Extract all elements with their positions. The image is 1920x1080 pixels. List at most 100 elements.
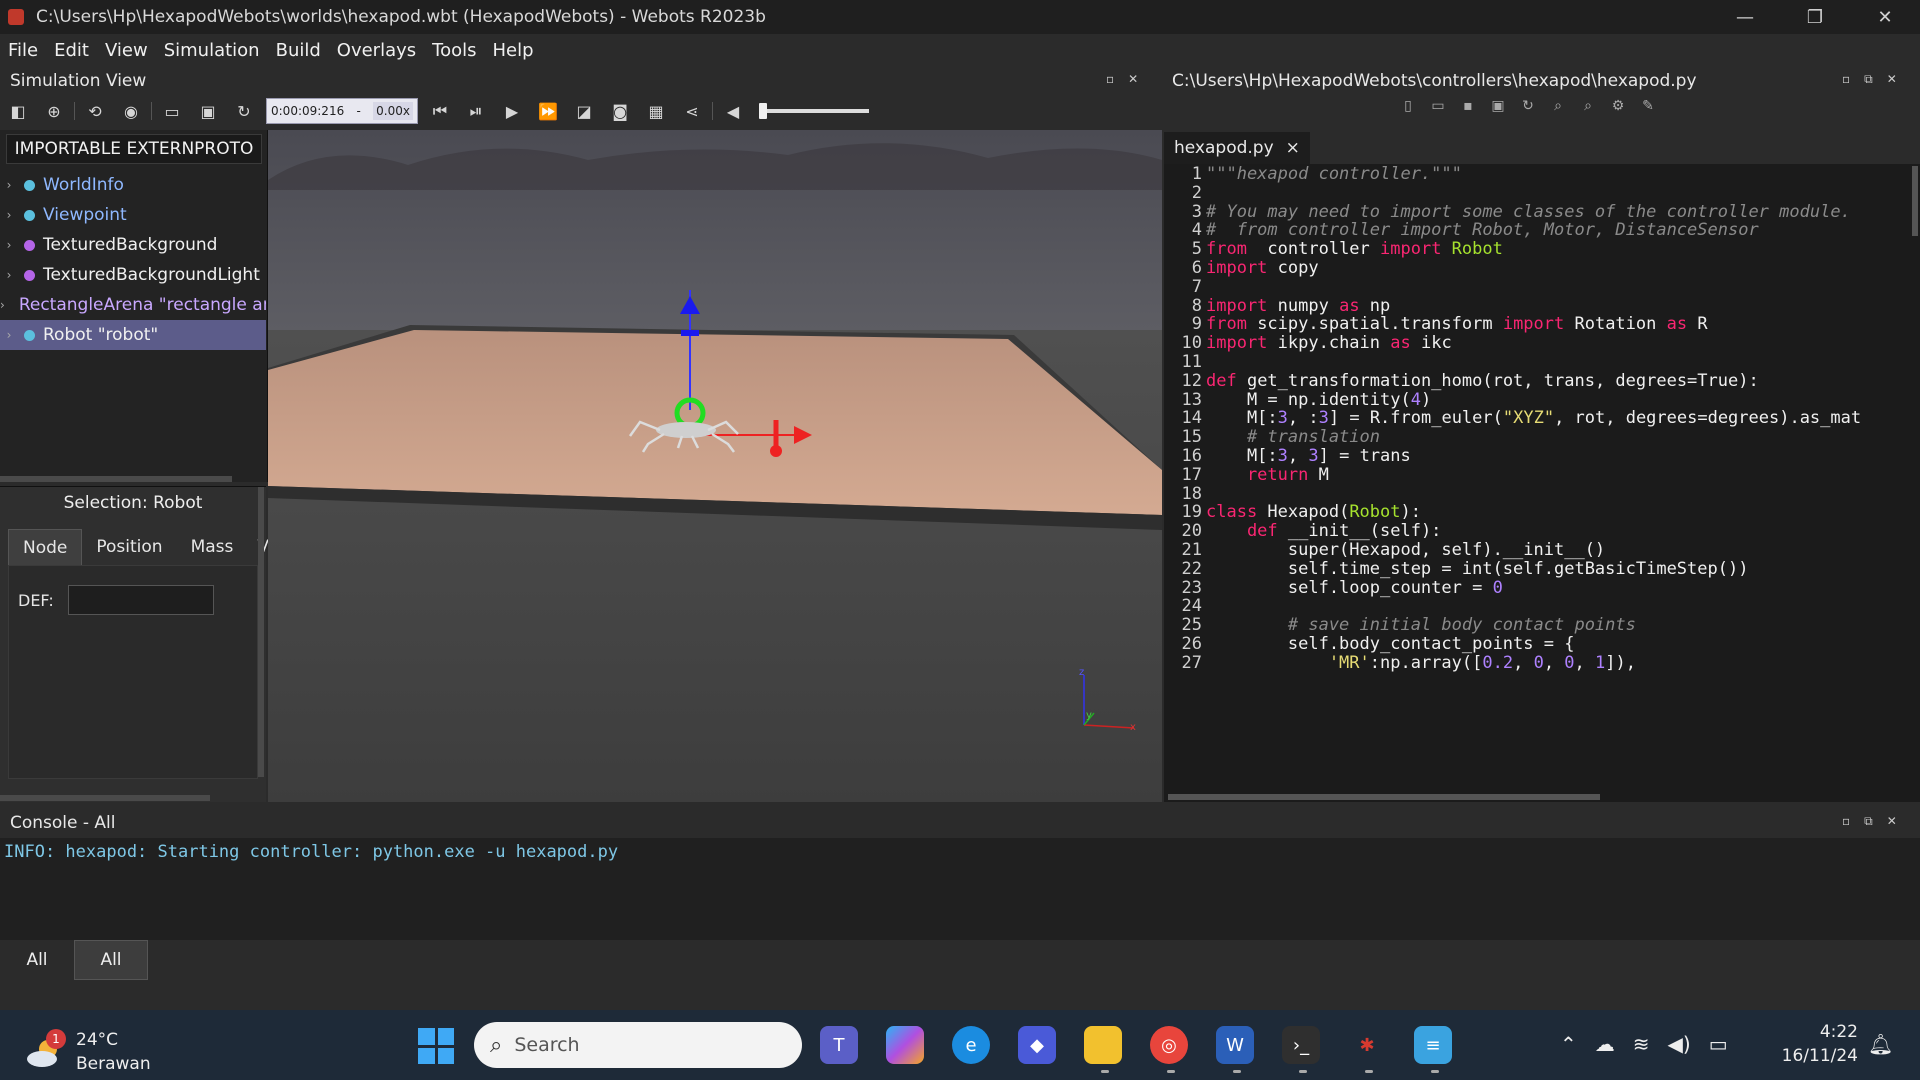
screenshot-camera-icon[interactable]: ◙ xyxy=(602,96,638,126)
code-horizontal-scrollbar[interactable] xyxy=(1168,794,1600,800)
menu-view[interactable]: View xyxy=(97,40,156,61)
weather-widget[interactable]: 1 24°C Berawan xyxy=(26,1028,151,1076)
scene-tree-item[interactable]: › Robot "robot" xyxy=(0,320,266,350)
save-file-icon[interactable]: ▪ xyxy=(1460,98,1476,114)
share-icon[interactable]: ⋖ xyxy=(674,96,710,126)
menu-overlays[interactable]: Overlays xyxy=(329,40,424,61)
notification-bell-icon[interactable]: 🔔︎ xyxy=(1868,1032,1893,1056)
close-window-button[interactable]: ✕ xyxy=(1850,0,1920,34)
scene-tree-item[interactable]: › RectangleArena "rectangle ar xyxy=(0,290,266,320)
console-tab-all-active[interactable]: All xyxy=(74,940,148,980)
replace-icon[interactable]: ⌕ xyxy=(1580,98,1596,114)
scene-tree-item[interactable]: › TexturedBackground xyxy=(0,230,266,260)
menu-file[interactable]: File xyxy=(0,40,46,61)
z-axis-drag-handle[interactable] xyxy=(681,330,699,336)
float-pane-button[interactable]: ▫ xyxy=(1106,72,1114,86)
toggle-scene-tree-icon[interactable]: ◧ xyxy=(0,96,36,126)
editor-file-tab[interactable]: hexapod.py × xyxy=(1164,132,1310,164)
close-tab-icon[interactable]: × xyxy=(1286,138,1300,158)
dock-pane-button[interactable]: ⧉ xyxy=(1864,72,1873,87)
clock[interactable]: 4:22 16/11/24 xyxy=(1768,1020,1858,1068)
menu-simulation[interactable]: Simulation xyxy=(156,40,268,61)
menu-build[interactable]: Build xyxy=(268,40,329,61)
reset-simulation-icon[interactable]: ↻ xyxy=(226,96,262,126)
code-text: return M xyxy=(1204,465,1329,488)
menu-tools[interactable]: Tools xyxy=(424,40,484,61)
volume-slider-knob[interactable] xyxy=(759,103,767,119)
expand-chevron-icon[interactable]: › xyxy=(0,178,18,192)
float-pane-button[interactable]: ▫ xyxy=(1842,814,1850,829)
terminal-icon[interactable]: ›_ xyxy=(1282,1026,1320,1064)
chevron-up-icon[interactable]: ⌃ xyxy=(1560,1032,1577,1056)
expand-chevron-icon[interactable]: › xyxy=(0,238,18,252)
volume-slider[interactable] xyxy=(759,103,869,119)
scene-tree-item[interactable]: › TexturedBackgroundLight xyxy=(0,260,266,290)
find-icon[interactable]: ⌕ xyxy=(1550,98,1566,114)
scene-tree-item[interactable]: › WorldInfo xyxy=(0,170,266,200)
copilot-icon[interactable] xyxy=(886,1026,924,1064)
file-explorer-icon[interactable] xyxy=(1084,1026,1122,1064)
play-icon[interactable]: ▶ xyxy=(494,96,530,126)
close-pane-button[interactable]: ✕ xyxy=(1128,72,1138,86)
rotation-handle-red-icon[interactable] xyxy=(770,445,782,457)
tab-position[interactable]: Position xyxy=(82,529,176,565)
open-file-icon[interactable]: ▭ xyxy=(1430,98,1446,114)
importable-externproto-button[interactable]: IMPORTABLE EXTERNPROTO xyxy=(6,134,262,164)
notepad-icon[interactable]: ≡ xyxy=(1414,1026,1452,1064)
app-icon[interactable]: ◆ xyxy=(1018,1026,1056,1064)
scene-tree-item[interactable]: › Viewpoint xyxy=(0,200,266,230)
revert-file-icon[interactable]: ↻ xyxy=(1520,98,1536,114)
code-editor[interactable]: 1 """hexapod controller.""" 2 3 # You may ne… xyxy=(1164,164,1920,802)
save-world-icon[interactable]: ▣ xyxy=(190,96,226,126)
tab-mass[interactable]: Mass xyxy=(177,529,248,565)
reload-world-icon[interactable]: ⟲ xyxy=(77,96,113,126)
expand-chevron-icon[interactable]: › xyxy=(0,298,5,312)
render-toggle-icon[interactable]: ◪ xyxy=(566,96,602,126)
dock-pane-button[interactable]: ⧉ xyxy=(1864,814,1873,829)
console-output[interactable]: INFO: hexapod: Starting controller: pyth… xyxy=(0,838,1920,940)
console-tab-all[interactable]: All xyxy=(0,940,74,980)
minimize-button[interactable]: — xyxy=(1710,0,1780,34)
tab-node[interactable]: Node xyxy=(8,529,83,565)
menu-help[interactable]: Help xyxy=(484,40,541,61)
field-editor-horizontal-scrollbar[interactable] xyxy=(0,795,210,801)
fast-forward-icon[interactable]: ⏩ xyxy=(530,96,566,126)
new-file-icon[interactable]: ▯ xyxy=(1400,98,1416,114)
code-vertical-scrollbar[interactable] xyxy=(1912,166,1918,236)
eye-icon[interactable]: ◉ xyxy=(113,96,149,126)
3d-viewport[interactable]: z y x xyxy=(268,130,1162,802)
teams-icon[interactable]: T xyxy=(820,1026,858,1064)
simulation-time-display: 0:00:09:216 - 0.00x xyxy=(266,98,418,124)
word-icon[interactable]: W xyxy=(1216,1026,1254,1064)
expand-chevron-icon[interactable]: › xyxy=(0,268,18,282)
battery-icon[interactable]: ▭ xyxy=(1709,1032,1728,1056)
record-movie-icon[interactable]: ▦ xyxy=(638,96,674,126)
step-back-icon[interactable]: ⏮ xyxy=(422,96,458,126)
onedrive-cloud-icon[interactable]: ☁ xyxy=(1595,1032,1615,1056)
taskbar-search[interactable]: ⌕ Search xyxy=(474,1022,802,1068)
clean-brush-icon[interactable]: ✎ xyxy=(1640,98,1656,114)
field-editor-vertical-scrollbar[interactable] xyxy=(258,487,264,777)
wifi-icon[interactable]: ≋ xyxy=(1633,1032,1650,1056)
maximize-button[interactable]: ❐ xyxy=(1780,0,1850,34)
speaker-mute-icon[interactable]: ◀ xyxy=(715,96,751,126)
scene-tree-horizontal-scrollbar[interactable] xyxy=(0,476,232,482)
float-pane-button[interactable]: ▫ xyxy=(1842,72,1850,87)
expand-chevron-icon[interactable]: › xyxy=(0,208,18,222)
build-settings-gear-icon[interactable]: ⚙ xyxy=(1610,98,1626,114)
close-pane-button[interactable]: ✕ xyxy=(1887,72,1897,87)
step-icon[interactable]: ⏯ xyxy=(458,96,494,126)
edge-browser-icon[interactable]: e xyxy=(952,1026,990,1064)
menu-edit[interactable]: Edit xyxy=(46,40,97,61)
robot-body[interactable] xyxy=(656,422,716,438)
open-world-icon[interactable]: ▭ xyxy=(154,96,190,126)
chrome-browser-icon[interactable]: ◎ xyxy=(1150,1026,1188,1064)
expand-chevron-icon[interactable]: › xyxy=(0,328,18,342)
close-pane-button[interactable]: ✕ xyxy=(1887,814,1897,829)
speaker-icon[interactable]: ◀) xyxy=(1668,1032,1691,1056)
add-node-icon[interactable]: ⊕ xyxy=(36,96,72,126)
windows-start-icon[interactable] xyxy=(418,1028,454,1064)
save-all-icon[interactable]: ▣ xyxy=(1490,98,1506,114)
webots-icon[interactable]: ✱ xyxy=(1348,1026,1386,1064)
def-input[interactable] xyxy=(68,585,214,615)
